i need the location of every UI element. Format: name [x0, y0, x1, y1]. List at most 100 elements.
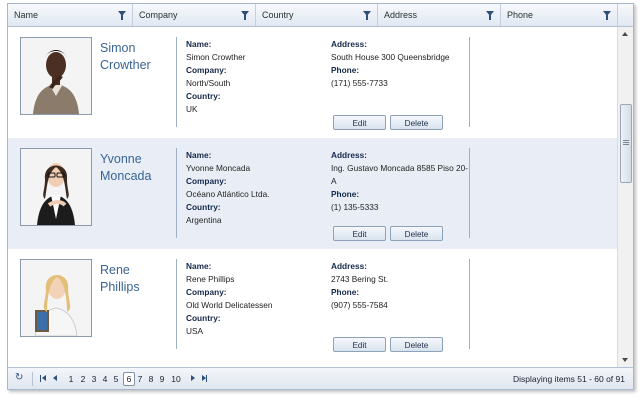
page-link-8[interactable]: 8: [146, 373, 156, 385]
phone-value: (171) 555-7733: [331, 78, 388, 88]
name-value: Simon Crowther: [186, 52, 246, 62]
pager-separator: [32, 372, 33, 386]
page-link-current[interactable]: 6: [123, 372, 135, 386]
employee-details: Name: Rene Phillips Company: Old World D…: [186, 260, 326, 338]
country-value: Argentina: [186, 215, 222, 225]
column-header-label: Country: [262, 10, 294, 20]
column-header-label: Address: [384, 10, 418, 20]
scroll-thumb[interactable]: [620, 104, 632, 183]
filter-icon[interactable]: [363, 11, 371, 20]
company-value: Océano Atlántico Ltda.: [186, 189, 270, 199]
divider: [176, 37, 177, 127]
divider: [176, 148, 177, 238]
divider: [469, 148, 470, 238]
page-link-4[interactable]: 4: [100, 373, 110, 385]
column-header-label: Name: [14, 10, 39, 20]
table-row[interactable]: Simon Crowther Name: Simon Crowther Comp…: [8, 27, 617, 138]
first-name: Simon: [100, 41, 136, 55]
country-label: Country:: [186, 202, 221, 212]
address-value: Ing. Gustavo Moncada 8585 Piso 20-: [331, 163, 468, 173]
page-link-5[interactable]: 5: [111, 373, 121, 385]
column-header-label: Phone: [507, 10, 534, 20]
grid-body: Simon Crowther Name: Simon Crowther Comp…: [8, 27, 617, 367]
country-label: Country:: [186, 91, 221, 101]
country-value: USA: [186, 326, 204, 336]
last-name: Phillips: [100, 280, 140, 294]
column-header-phone[interactable]: Phone: [501, 4, 618, 26]
filter-icon[interactable]: [241, 11, 249, 20]
name-label: Name:: [186, 261, 212, 271]
phone-label: Phone:: [331, 65, 360, 75]
last-name: Crowther: [100, 58, 151, 72]
first-page-icon[interactable]: [40, 375, 41, 382]
company-value: North/South: [186, 78, 231, 88]
grid: Name Company Country Address Phone Simon…: [7, 3, 634, 390]
edit-button[interactable]: Edit: [333, 226, 386, 241]
page-link-9[interactable]: 9: [157, 373, 167, 385]
employee-photo: [20, 37, 92, 115]
column-header-country[interactable]: Country: [256, 4, 378, 26]
employee-name-heading: Simon Crowther: [100, 40, 170, 74]
first-page-arrow[interactable]: [42, 375, 46, 381]
employee-photo: [20, 259, 92, 337]
page-link-1[interactable]: 1: [66, 373, 76, 385]
employee-photo: [20, 148, 92, 226]
page-link-2[interactable]: 2: [78, 373, 88, 385]
contact-details: Address: 2743 Bering St. Phone: (907) 55…: [331, 260, 471, 312]
column-header-address[interactable]: Address: [378, 4, 501, 26]
employee-name-heading: Rene Phillips: [100, 262, 170, 296]
name-value: Yvonne Moncada: [186, 163, 251, 173]
column-header-name[interactable]: Name: [8, 4, 133, 26]
name-value: Rene Phillips: [186, 274, 235, 284]
last-page-icon[interactable]: [206, 375, 207, 382]
address-label: Address:: [331, 39, 367, 49]
first-name: Rene: [100, 263, 130, 277]
scroll-up-icon[interactable]: [622, 32, 628, 36]
contact-details: Address: South House 300 Queensbridge Ph…: [331, 38, 471, 90]
pager-info: Displaying items 51 - 60 of 91: [513, 374, 625, 384]
refresh-icon[interactable]: ↻: [15, 372, 23, 384]
address-value: South House 300 Queensbridge: [331, 52, 450, 62]
delete-button[interactable]: Delete: [390, 115, 443, 130]
last-name: Moncada: [100, 169, 152, 183]
country-value: UK: [186, 104, 198, 114]
vertical-scrollbar[interactable]: [617, 27, 633, 367]
divider: [469, 37, 470, 127]
phone-label: Phone:: [331, 287, 360, 297]
contact-details: Address: Ing. Gustavo Moncada 8585 Piso …: [331, 149, 471, 214]
country-label: Country:: [186, 313, 221, 323]
delete-button[interactable]: Delete: [390, 226, 443, 241]
prev-page-icon[interactable]: [53, 375, 57, 381]
page-link-3[interactable]: 3: [89, 373, 99, 385]
company-value: Old World Delicatessen: [186, 300, 273, 310]
table-row[interactable]: Yvonne Moncada Name: Yvonne Moncada Comp…: [8, 138, 617, 249]
filter-icon[interactable]: [486, 11, 494, 20]
edit-button[interactable]: Edit: [333, 115, 386, 130]
name-label: Name:: [186, 150, 212, 160]
page-link-7[interactable]: 7: [135, 373, 145, 385]
name-label: Name:: [186, 39, 212, 49]
table-row[interactable]: Rene Phillips Name: Rene Phillips Compan…: [8, 249, 617, 360]
column-header-label: Company: [139, 10, 178, 20]
phone-value: (907) 555-7584: [331, 300, 388, 310]
company-label: Company:: [186, 65, 227, 75]
filter-icon[interactable]: [118, 11, 126, 20]
company-label: Company:: [186, 287, 227, 297]
header-scroll-corner: [618, 4, 633, 26]
first-name: Yvonne: [100, 152, 142, 166]
pager: ↻ 1 2 3 4 5 6 7 8 9 10 Displaying items …: [8, 367, 633, 389]
address-value: 2743 Bering St.: [331, 274, 389, 284]
delete-button[interactable]: Delete: [390, 337, 443, 352]
employee-details: Name: Yvonne Moncada Company: Océano Atl…: [186, 149, 326, 227]
address-label: Address:: [331, 261, 367, 271]
scroll-down-icon[interactable]: [622, 358, 628, 362]
column-header-company[interactable]: Company: [133, 4, 256, 26]
filter-icon[interactable]: [603, 11, 611, 20]
next-page-icon[interactable]: [191, 375, 195, 381]
divider: [176, 259, 177, 349]
phone-value: (1) 135-5333: [331, 202, 379, 212]
edit-button[interactable]: Edit: [333, 337, 386, 352]
page-link-10[interactable]: 10: [169, 373, 183, 385]
address-value-continued: A: [331, 176, 337, 186]
phone-label: Phone:: [331, 189, 360, 199]
